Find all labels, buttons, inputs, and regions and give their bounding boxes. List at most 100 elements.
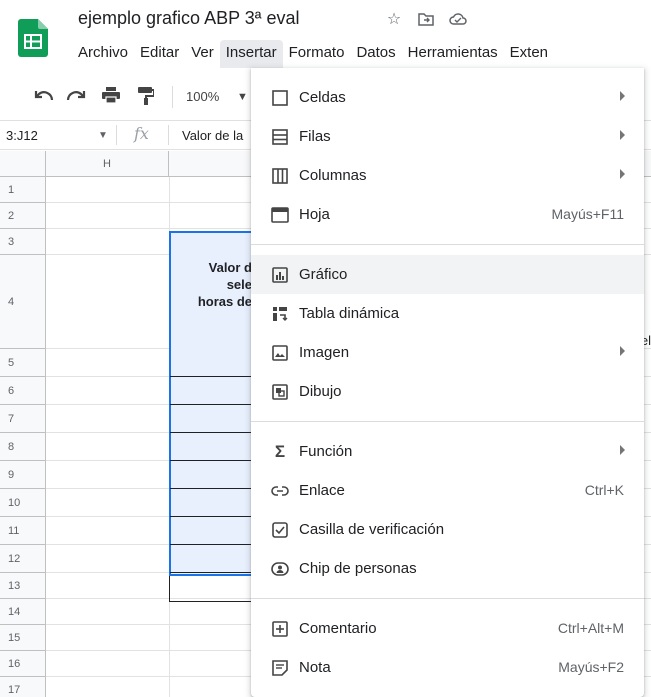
cell-border — [170, 544, 255, 545]
menu-item-shortcut: Ctrl+Alt+M — [557, 620, 624, 636]
menu-item-shortcut: Ctrl+K — [584, 482, 624, 498]
menu-item-label: Casilla de verificación — [299, 521, 445, 538]
name-box[interactable]: 3:J12 — [6, 128, 38, 143]
cell-border — [170, 572, 255, 573]
submenu-arrow-icon — [620, 445, 625, 455]
cell-border — [170, 460, 255, 461]
menu-item-shortcut: Mayús+F2 — [558, 659, 624, 675]
select-all-corner[interactable] — [0, 151, 46, 177]
row-header-14[interactable]: 14 — [0, 599, 46, 625]
menu-item-enlace[interactable]: Enlace Ctrl+K — [251, 471, 644, 510]
menu-item-label: Dibujo — [299, 383, 342, 400]
chevron-down-icon[interactable]: ▼ — [237, 91, 248, 103]
menu-ver[interactable]: Ver — [185, 40, 220, 68]
cell-border — [170, 516, 255, 517]
star-icon[interactable]: ☆ — [385, 10, 403, 28]
menu-editar[interactable]: Editar — [134, 40, 185, 68]
menu-herramientas[interactable]: Herramientas — [402, 40, 504, 68]
cells-icon — [271, 89, 289, 107]
row-header-15[interactable]: 15 — [0, 625, 46, 651]
row-header-17[interactable]: 17 — [0, 677, 46, 697]
row-header-6[interactable]: 6 — [0, 377, 46, 405]
menu-item-columnas[interactable]: Columnas — [251, 156, 644, 195]
zoom-select[interactable]: 100% — [186, 89, 219, 104]
cell-text-line: sele — [226, 277, 252, 292]
document-title[interactable]: ejemplo grafico ABP 3ª eval — [78, 8, 299, 29]
checkbox-icon — [271, 521, 289, 539]
menu-item-celdas[interactable]: Celdas — [251, 78, 644, 117]
note-icon — [271, 659, 289, 677]
menu-item-shortcut: Mayús+F11 — [551, 206, 625, 222]
menu-item-tabla-dinamica[interactable]: Tabla dinámica — [251, 294, 644, 333]
redo-icon[interactable] — [66, 87, 86, 105]
comment-icon — [271, 620, 289, 638]
rows-icon — [271, 128, 289, 146]
menu-extensiones[interactable]: Exten — [504, 40, 554, 68]
menu-item-comentario[interactable]: Comentario Ctrl+Alt+M — [251, 609, 644, 648]
formula-divider — [116, 125, 117, 145]
menu-item-label: Enlace — [299, 482, 345, 499]
menu-archivo[interactable]: Archivo — [72, 40, 134, 68]
image-icon — [271, 344, 289, 362]
menu-bar: Archivo Editar Ver Insertar Formato Dato… — [72, 40, 554, 68]
row-header-11[interactable]: 11 — [0, 517, 46, 545]
row-header-16[interactable]: 16 — [0, 651, 46, 677]
fx-icon: fx — [134, 124, 149, 143]
submenu-arrow-icon — [620, 91, 625, 101]
menu-item-label: Filas — [299, 128, 331, 145]
formula-input[interactable]: Valor de la — [182, 128, 243, 143]
menu-item-label: Chip de personas — [299, 560, 417, 577]
paint-format-icon[interactable] — [138, 87, 155, 108]
cell-border — [170, 488, 255, 489]
menu-item-hoja[interactable]: Hoja Mayús+F11 — [251, 195, 644, 234]
print-icon[interactable] — [102, 87, 120, 106]
menu-formato[interactable]: Formato — [283, 40, 351, 68]
menu-item-imagen[interactable]: Imagen — [251, 333, 644, 372]
menu-item-nota[interactable]: Nota Mayús+F2 — [251, 648, 644, 687]
row-header-7[interactable]: 7 — [0, 405, 46, 433]
row-header-3[interactable]: 3 — [0, 229, 46, 255]
move-folder-icon[interactable] — [417, 10, 435, 28]
menu-item-grafico[interactable]: Gráfico — [251, 255, 644, 294]
sheets-logo-icon[interactable] — [18, 19, 48, 57]
menu-item-filas[interactable]: Filas — [251, 117, 644, 156]
row-header-12[interactable]: 12 — [0, 545, 46, 573]
row-header-10[interactable]: 10 — [0, 489, 46, 517]
menu-item-chip-de-personas[interactable]: Chip de personas — [251, 549, 644, 588]
menu-separator — [251, 244, 644, 245]
chevron-down-icon[interactable]: ▼ — [98, 130, 108, 141]
column-header-h[interactable]: H — [46, 151, 169, 177]
toolbar-divider — [172, 86, 173, 108]
cell-header-text[interactable]: Valor d sele horas de — [172, 259, 252, 310]
menu-item-label: Columnas — [299, 167, 367, 184]
pivot-table-icon — [271, 305, 289, 323]
cell-bordered[interactable] — [169, 576, 259, 602]
chart-icon — [271, 266, 289, 284]
formula-divider — [168, 125, 169, 145]
menu-insertar[interactable]: Insertar — [219, 40, 283, 68]
cell-border — [170, 376, 255, 377]
menu-datos[interactable]: Datos — [350, 40, 401, 68]
row-header-9[interactable]: 9 — [0, 461, 46, 489]
menu-item-funcion[interactable]: Σ Función — [251, 432, 644, 471]
cloud-status-icon[interactable] — [449, 10, 467, 28]
menu-item-label: Comentario — [299, 620, 377, 637]
submenu-arrow-icon — [620, 169, 625, 179]
row-header-4[interactable]: 4 — [0, 255, 46, 349]
menu-item-label: Nota — [299, 659, 331, 676]
menu-item-label: Gráfico — [299, 266, 348, 283]
row-header-2[interactable]: 2 — [0, 203, 46, 229]
menu-item-casilla-de-verificacion[interactable]: Casilla de verificación — [251, 510, 644, 549]
sigma-icon: Σ — [274, 441, 286, 461]
row-header-1[interactable]: 1 — [0, 177, 46, 203]
row-header-13[interactable]: 13 — [0, 573, 46, 599]
row-header-8[interactable]: 8 — [0, 433, 46, 461]
menu-item-label: Tabla dinámica — [299, 305, 400, 322]
insert-menu: Celdas Filas Columnas Hoja Mayús+F11 Gráfico T… — [251, 68, 644, 697]
menu-separator — [251, 598, 644, 599]
menu-item-label: Celdas — [299, 89, 346, 106]
row-header-5[interactable]: 5 — [0, 349, 46, 377]
undo-icon[interactable] — [34, 87, 54, 105]
cell-text-line: Valor d — [208, 260, 252, 275]
menu-item-dibujo[interactable]: Dibujo — [251, 372, 644, 411]
